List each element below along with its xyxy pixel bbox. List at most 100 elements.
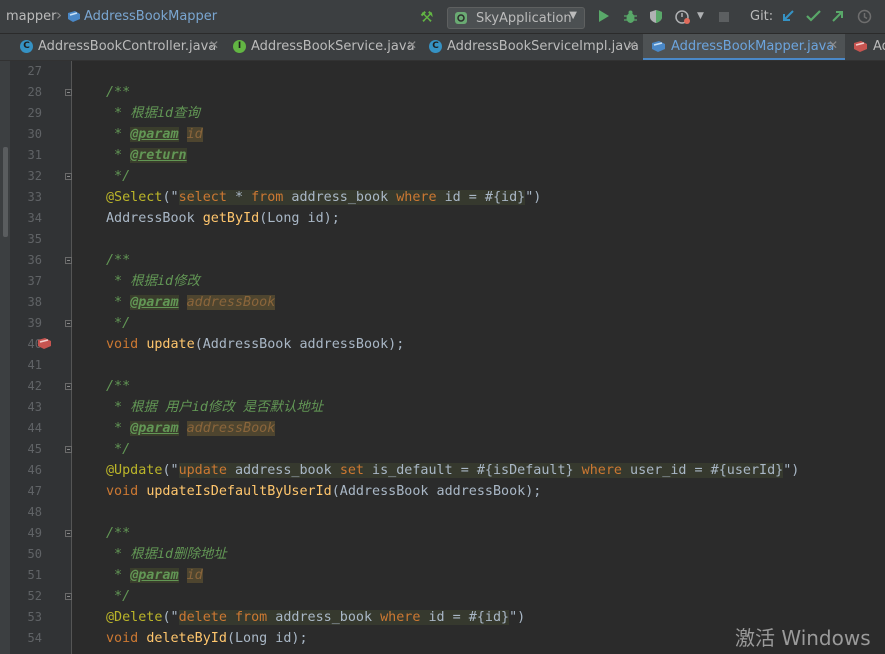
build-hammer-icon[interactable]: ⚒	[420, 8, 433, 26]
tab-addressbook-service-impl[interactable]: C AddressBookServiceImpl.java ✕	[421, 34, 643, 60]
navigate-to-xml-icon[interactable]	[37, 337, 52, 350]
editor-tab-bar: C AddressBookController.java ✕ I Address…	[0, 34, 885, 61]
tool-window-indicator[interactable]	[3, 147, 8, 237]
class-icon: C	[20, 40, 33, 53]
code-line-44: * @param addressBook	[106, 421, 276, 436]
code-line-31: * @return	[106, 148, 187, 163]
tab-label: AddressBookService.java	[251, 39, 415, 54]
git-label: Git:	[750, 9, 774, 24]
tab-label: AddressBookServiceImpl.java	[447, 39, 639, 54]
line-number: 30	[27, 127, 42, 141]
line-number: 39	[27, 316, 42, 330]
line-number: 51	[27, 568, 42, 582]
tab-addressbook-overflow[interactable]: Ad	[845, 34, 885, 60]
fold-marker-icon[interactable]	[65, 593, 72, 600]
tab-addressbook-mapper[interactable]: AddressBookMapper.java ✕	[643, 34, 845, 60]
close-icon[interactable]: ✕	[209, 38, 219, 52]
stop-icon[interactable]	[719, 12, 729, 22]
close-icon[interactable]: ✕	[627, 38, 637, 52]
windows-activation-watermark: 激活 Windows	[735, 626, 871, 650]
line-number: 32	[27, 169, 42, 183]
line-number: 34	[27, 211, 42, 225]
close-icon[interactable]: ✕	[828, 38, 838, 52]
line-number: 47	[27, 484, 42, 498]
tab-label: Ad	[873, 39, 885, 54]
fold-marker-icon[interactable]	[65, 173, 72, 180]
code-line-29: * 根据id查询	[106, 106, 200, 121]
line-number: 41	[27, 358, 42, 372]
line-number: 36	[27, 253, 42, 267]
navigation-bar: mapper › AddressBookMapper ⚒ SkyApplicat…	[0, 0, 885, 34]
code-line-45: */	[106, 442, 131, 457]
tab-addressbook-service[interactable]: I AddressBookService.java ✕	[225, 34, 421, 60]
breadcrumb-folder[interactable]: mapper	[6, 9, 56, 24]
code-line-28: /**	[106, 85, 131, 100]
run-icon[interactable]	[598, 9, 610, 23]
coverage-icon[interactable]	[649, 9, 663, 24]
chevron-down-icon: ▼	[569, 10, 577, 21]
debug-icon[interactable]	[623, 9, 638, 24]
code-line-46: @Update("update address_book set is_defa…	[106, 463, 800, 478]
line-number: 31	[27, 148, 42, 162]
line-number-gutter: 27 28 29 30 31 32 33 34 35 36 37 38 39 4…	[10, 61, 72, 654]
line-number: 43	[27, 400, 42, 414]
code-line-33: @Select("select * from address_book wher…	[106, 190, 542, 205]
code-line-37: * 根据id修改	[106, 274, 200, 289]
code-line-42: /**	[106, 379, 131, 394]
line-number: 50	[27, 547, 42, 561]
line-number: 53	[27, 610, 42, 624]
line-number: 28	[27, 85, 42, 99]
fold-marker-icon[interactable]	[65, 320, 72, 327]
code-line-47: void updateIsDefaultByUserId(AddressBook…	[106, 484, 542, 499]
fold-marker-icon[interactable]	[65, 446, 72, 453]
code-line-32: */	[106, 169, 131, 184]
profiler-icon[interactable]	[675, 9, 691, 25]
run-configuration-label: SkyApplication	[476, 11, 572, 26]
git-commit-check-icon[interactable]	[806, 9, 821, 23]
breadcrumb-file[interactable]: AddressBookMapper	[84, 9, 217, 24]
line-number: 48	[27, 505, 42, 519]
line-number: 29	[27, 106, 42, 120]
fold-marker-icon[interactable]	[65, 383, 72, 390]
code-line-38: * @param addressBook	[106, 295, 276, 310]
tab-label: AddressBookMapper.java	[671, 39, 835, 54]
code-line-54: void deleteById(Long id);	[106, 631, 308, 646]
line-number: 42	[27, 379, 42, 393]
line-number: 44	[27, 421, 42, 435]
tab-addressbook-controller[interactable]: C AddressBookController.java ✕	[12, 34, 222, 60]
code-line-30: * @param id	[106, 127, 203, 142]
code-line-39: */	[106, 316, 131, 331]
more-run-options-chevron-icon[interactable]: ▼	[697, 11, 704, 21]
code-line-52: */	[106, 589, 131, 604]
spring-boot-icon	[455, 12, 467, 24]
line-number: 33	[27, 190, 42, 204]
line-number: 38	[27, 295, 42, 309]
close-icon[interactable]: ✕	[407, 38, 417, 52]
breadcrumb-separator-icon: ›	[56, 6, 62, 24]
fold-marker-icon[interactable]	[65, 257, 72, 264]
code-line-43: * 根据 用户id修改 是否默认地址	[106, 400, 324, 415]
fold-marker-icon[interactable]	[65, 89, 72, 96]
line-number: 49	[27, 526, 42, 540]
code-line-34: AddressBook getById(Long id);	[106, 211, 340, 226]
code-editor[interactable]: /** * 根据id查询 * @param id * @return */ @S…	[72, 61, 885, 654]
fold-marker-icon[interactable]	[65, 530, 72, 537]
tool-window-stripe	[0, 61, 10, 654]
tab-label: AddressBookController.java	[38, 39, 217, 54]
run-configuration-dropdown[interactable]: SkyApplication ▼	[447, 7, 585, 29]
line-number: 35	[27, 232, 42, 246]
git-push-arrow-icon[interactable]	[831, 9, 845, 23]
code-line-53: @Delete("delete from address_book where …	[106, 610, 526, 625]
line-number: 27	[27, 64, 42, 78]
git-history-clock-icon[interactable]	[857, 9, 872, 24]
class-icon: C	[429, 40, 442, 53]
code-line-36: /**	[106, 253, 131, 268]
line-number: 46	[27, 463, 42, 477]
code-line-49: /**	[106, 526, 131, 541]
mapper-file-icon	[652, 41, 665, 52]
code-line-40: void update(AddressBook addressBook);	[106, 337, 405, 352]
code-line-50: * 根据id删除地址	[106, 547, 227, 562]
line-number: 45	[27, 442, 42, 456]
git-update-arrow-icon[interactable]	[781, 9, 795, 23]
line-number: 54	[27, 631, 42, 645]
